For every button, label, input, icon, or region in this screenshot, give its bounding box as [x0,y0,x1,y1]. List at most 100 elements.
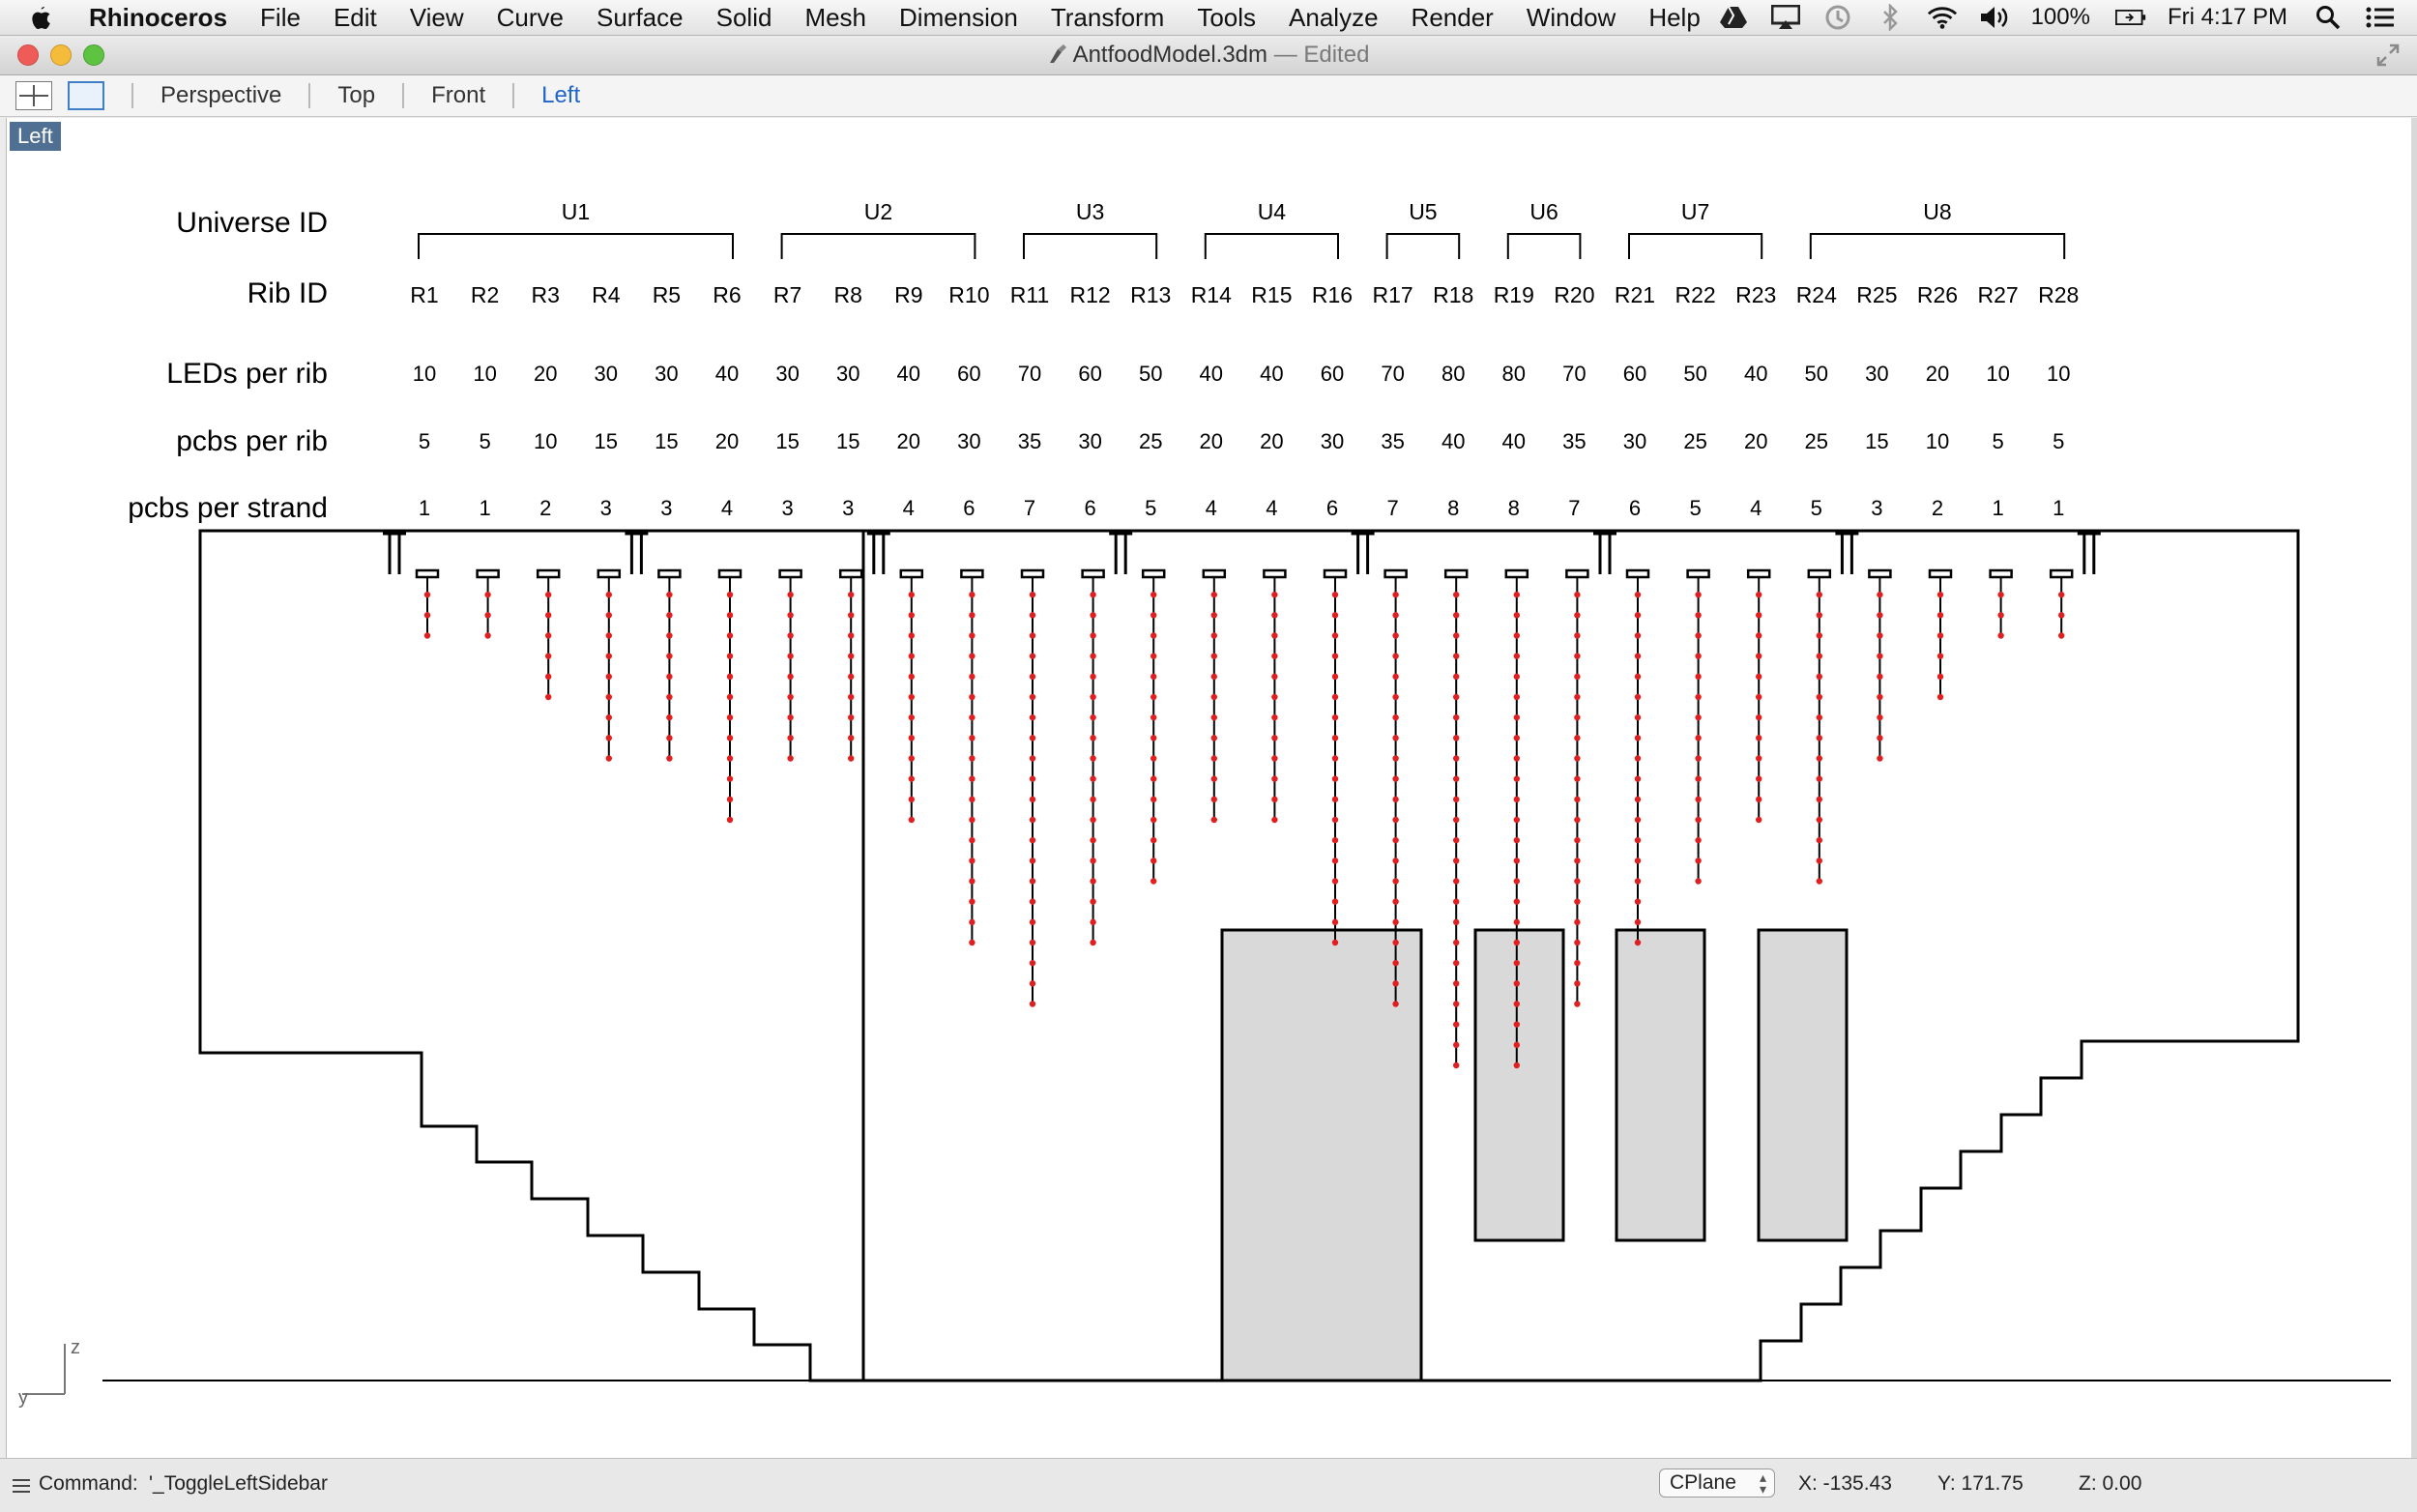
command-input[interactable]: '_ToggleLeftSidebar [149,1472,328,1496]
universe-bracket [418,233,734,259]
led-node [1150,796,1157,803]
led-node [848,673,855,681]
led-node [787,735,794,741]
menu-window[interactable]: Window [1527,3,1616,33]
menu-clock[interactable]: Fri 4:17 PM [2168,4,2287,31]
pcb-mount-bar [1443,568,1469,579]
led-node [1513,796,1521,803]
led-node [545,653,552,659]
notification-center-icon[interactable] [2365,4,2396,31]
rib-id-cell: R17 [1372,282,1412,307]
led-node [908,735,915,741]
menu-transform[interactable]: Transform [1051,3,1165,33]
leds-per-rib-cell: 40 [1260,362,1283,386]
four-viewport-layout-button[interactable] [15,81,52,110]
pcbs-per-rib-cell: 25 [1805,429,1828,453]
led-node [1392,939,1399,946]
single-viewport-layout-button[interactable] [68,81,104,110]
menu-view[interactable]: View [410,3,464,33]
led-node [969,775,976,782]
menu-edit[interactable]: Edit [334,3,377,33]
led-node [1090,591,1096,598]
pcbs-per-rib-cell: 15 [1865,429,1888,453]
menu-surface[interactable]: Surface [597,3,684,33]
led-node [1453,959,1460,967]
menu-file[interactable]: File [260,3,301,33]
led-node [1392,878,1399,885]
cplane-select[interactable]: CPlane ▴ ▾ [1659,1468,1775,1497]
led-node [1574,980,1581,987]
menu-mesh[interactable]: Mesh [804,3,866,33]
tab-front[interactable]: Front [431,82,485,109]
led-node [1392,918,1399,926]
tab-top[interactable]: Top [337,82,375,109]
menu-tools[interactable]: Tools [1197,3,1256,33]
rib-id-cell: R12 [1069,282,1110,307]
tab-separator [512,83,515,108]
led-node [969,898,976,905]
fullscreen-icon[interactable] [2376,44,2400,67]
led-node [1513,755,1521,762]
cursor-x-coordinate: X: -135.43 [1798,1472,1892,1495]
leds-per-rib-cell: 30 [595,362,618,386]
led-node [1331,816,1339,824]
bluetooth-icon[interactable] [1875,4,1906,31]
menu-curve[interactable]: Curve [497,3,564,33]
command-history-icon[interactable] [12,1478,31,1494]
wifi-icon[interactable] [1927,4,1958,31]
led-node [1574,918,1581,926]
led-node [1029,836,1036,844]
menu-render[interactable]: Render [1412,3,1494,33]
menu-dimension[interactable]: Dimension [899,3,1018,33]
leds-per-rib-cell: 10 [413,362,436,386]
viewport-name-label[interactable]: Left [10,122,61,151]
drive-icon[interactable] [1718,4,1749,31]
led-node [1513,1021,1521,1028]
tab-perspective[interactable]: Perspective [160,82,281,109]
led-node [1150,858,1157,864]
viewport-canvas[interactable]: Universe ID Rib ID LEDs per rib pcbs per… [7,118,2412,1458]
pcbs-per-strand-cell: 3 [660,496,672,520]
rib-id-cell: R18 [1433,282,1473,307]
led-node [1331,898,1339,905]
led-node [1997,612,2004,619]
led-node [666,612,673,619]
battery-icon[interactable] [2114,4,2146,31]
led-node [969,755,976,762]
menu-help[interactable]: Help [1648,3,1700,33]
led-node [1513,612,1521,619]
menu-app-name[interactable]: Rhinoceros [89,3,227,33]
led-node [545,693,552,701]
led-node [1029,959,1036,967]
apple-icon[interactable] [27,3,56,32]
time-machine-icon[interactable] [1822,4,1853,31]
led-node [969,939,976,946]
pcb-mount-bar [1323,568,1348,579]
led-node [1150,632,1157,639]
airplay-icon[interactable] [1770,4,1801,31]
row-label-pcbs-per-strand: pcbs per strand [128,492,328,524]
led-node [848,693,855,701]
led-node [1695,673,1702,681]
left-enclosure-outline [198,529,865,1382]
led-node [1695,796,1702,803]
led-node [1937,632,1944,639]
pcb-mount-bar [1081,568,1105,579]
led-node [1695,775,1702,782]
left-viewport[interactable]: Universe ID Rib ID LEDs per rib pcbs per… [6,118,2412,1458]
tab-left[interactable]: Left [541,82,580,109]
universe-label: U8 [1923,199,1951,224]
led-node [1574,858,1581,864]
volume-icon[interactable] [1979,4,2010,31]
led-node [1695,632,1702,639]
menu-solid[interactable]: Solid [716,3,772,33]
spotlight-search-icon[interactable] [2313,4,2344,31]
led-node [605,673,612,681]
led-node [605,653,612,659]
menu-analyze[interactable]: Analyze [1289,3,1379,33]
led-node [1877,612,1883,619]
leds-per-rib-cell: 70 [1018,362,1041,386]
led-node [1756,632,1762,639]
pcb-mount-bar [657,568,682,579]
led-node [1150,878,1157,885]
